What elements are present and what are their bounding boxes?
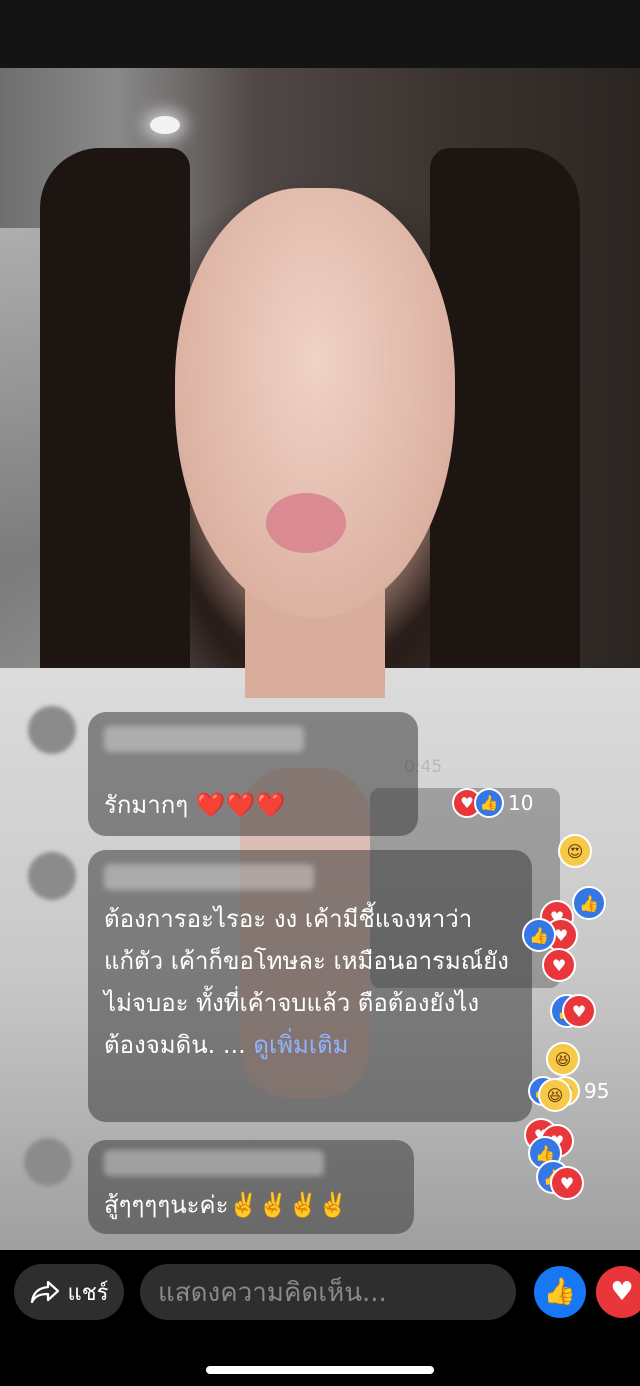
commenter-avatar[interactable] <box>28 852 76 900</box>
comment-bubble[interactable]: ต้องการอะไรอะ งง เค้ามีชี้แจงหาว่าแก้ตัว… <box>88 850 532 1122</box>
status-bar <box>0 0 640 68</box>
home-indicator[interactable] <box>206 1366 434 1374</box>
comment-text: รักมากๆ ❤️❤️❤️ <box>104 791 286 819</box>
comment-reactions[interactable]: ♥ 👍 10 <box>452 788 533 818</box>
like-icon: 👍 <box>474 788 504 818</box>
love-button[interactable]: ♥ <box>596 1266 640 1318</box>
share-label: แชร์ <box>67 1280 109 1306</box>
comment-bubble[interactable]: สู้ๆๆๆๆนะค่ะ✌️✌️✌️✌️ <box>88 1140 414 1234</box>
commenter-avatar[interactable] <box>28 706 76 754</box>
like-icon: 👍 <box>572 886 606 920</box>
comment-input[interactable]: แสดงความคิดเห็น... <box>140 1264 516 1320</box>
share-arrow-icon <box>30 1280 59 1304</box>
commenter-name-blurred <box>104 1150 324 1176</box>
comment-bubble[interactable]: รักมากๆ ❤️❤️❤️ <box>88 712 418 836</box>
comment-text: ต้องการอะไรอะ งง เค้ามีชี้แจงหาว่าแก้ตัว… <box>104 898 509 1066</box>
comment-text: สู้ๆๆๆๆนะค่ะ✌️✌️✌️✌️ <box>104 1191 348 1219</box>
face <box>175 188 455 618</box>
heart-icon: ♥ <box>610 1277 634 1307</box>
commenter-name-blurred <box>104 864 314 890</box>
ceiling-lamp <box>150 116 180 134</box>
commenter-avatar[interactable] <box>24 1138 72 1186</box>
like-icon: 👍 <box>522 918 556 952</box>
thumbs-up-icon: 👍 <box>543 1277 577 1307</box>
reaction-count: 10 <box>508 791 534 815</box>
love-icon: ♥ <box>562 994 596 1028</box>
reaction-count: 95 <box>584 1079 610 1103</box>
love-icon: ♥ <box>542 948 576 982</box>
comment-input-placeholder: แสดงความคิดเห็น... <box>158 1277 387 1308</box>
haha-icon: 😆 <box>546 1042 580 1076</box>
share-button[interactable]: แชร์ <box>14 1264 124 1320</box>
lips <box>266 493 346 553</box>
love-icon: ♥ <box>550 1166 584 1200</box>
haha-icon: 😍 <box>558 834 592 868</box>
commenter-name-blurred <box>104 726 304 752</box>
haha-icon: 😆 <box>538 1078 572 1112</box>
see-more-link[interactable]: ดูเพิ่มเติม <box>253 1031 348 1059</box>
like-button[interactable]: 👍 <box>534 1266 586 1318</box>
